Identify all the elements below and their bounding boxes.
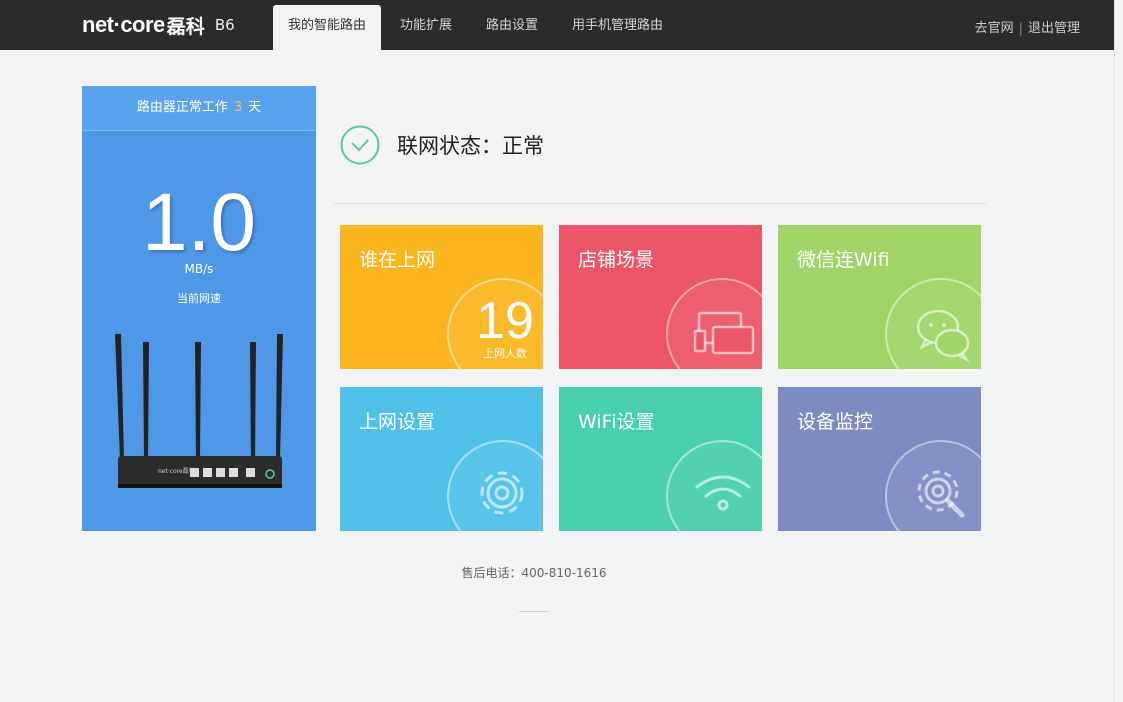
online-count-label: 上网人数 xyxy=(483,347,527,360)
tile-shop-scene[interactable]: 店铺场景 xyxy=(559,225,762,369)
tile-who-online[interactable]: 谁在上网 19 上网人数 xyxy=(340,225,543,369)
router-image: net·core磊科 xyxy=(115,334,283,488)
brand-logo[interactable]: net·core 磊科 B6 xyxy=(82,11,235,39)
gear-icon xyxy=(480,471,524,515)
speed-value: 1.0 xyxy=(142,177,256,268)
tile-title: 微信连Wifi xyxy=(797,249,890,271)
tile-wifi-settings[interactable]: WiFi设置 xyxy=(559,387,762,531)
uptime-bar: 路由器正常工作 3 天 xyxy=(82,86,316,131)
network-status: 联网状态：正常 xyxy=(340,125,544,165)
footer-divider xyxy=(519,611,549,612)
tile-wechat-wifi[interactable]: 微信连Wifi xyxy=(778,225,981,369)
tile-title: 上网设置 xyxy=(359,411,436,433)
divider xyxy=(334,203,986,204)
tab-my-router[interactable]: 我的智能路由 xyxy=(273,5,382,50)
tile-title: 谁在上网 xyxy=(359,249,436,271)
tile-title: 设备监控 xyxy=(797,411,874,433)
tile-title: 店铺场景 xyxy=(578,249,655,271)
speed-unit: MB/s xyxy=(184,262,214,276)
logout-link[interactable]: 退出管理 xyxy=(1028,21,1080,36)
uptime-days: 3 xyxy=(233,100,243,115)
speed-panel: 路由器正常工作 3 天 1.0 MB/s 当前网速 net·core磊科 xyxy=(82,86,316,531)
network-status-text: 联网状态：正常 xyxy=(397,134,544,158)
wifi-icon xyxy=(695,475,751,511)
link-separator: | xyxy=(1018,21,1023,36)
official-site-link[interactable]: 去官网 xyxy=(975,21,1014,36)
brand-name: net·core xyxy=(82,12,165,37)
support-phone: 售后电话：400-810-1616 xyxy=(461,566,607,580)
uptime-suffix: 天 xyxy=(248,100,262,115)
check-circle-icon xyxy=(340,125,380,165)
tab-router-settings[interactable]: 路由设置 xyxy=(471,5,553,50)
uptime-prefix: 路由器正常工作 xyxy=(136,100,228,115)
shop-screen-icon xyxy=(693,311,755,355)
brand-name-cn: 磊科 xyxy=(166,15,205,38)
page-scrollbar[interactable] xyxy=(1114,0,1123,702)
tab-mobile-manage[interactable]: 用手机管理路由 xyxy=(557,5,678,50)
tile-title: WiFi设置 xyxy=(578,411,655,433)
tab-extensions[interactable]: 功能扩展 xyxy=(385,5,467,50)
top-links: 去官网 | 退出管理 xyxy=(975,17,1080,36)
monitor-gear-icon xyxy=(917,470,965,518)
model-name: B6 xyxy=(214,16,235,34)
online-count: 19 xyxy=(476,292,534,350)
tile-device-monitor[interactable]: 设备监控 xyxy=(778,387,981,531)
tile-internet-settings[interactable]: 上网设置 xyxy=(340,387,543,531)
speed-label: 当前网速 xyxy=(177,292,221,305)
wechat-icon xyxy=(916,309,970,363)
top-bar: net·core 磊科 B6 我的智能路由 功能扩展 路由设置 用手机管理路由 … xyxy=(0,0,1115,50)
main-nav: 我的智能路由 功能扩展 路由设置 用手机管理路由 xyxy=(273,5,682,50)
router-brand-label: net·core磊科 xyxy=(158,467,195,475)
